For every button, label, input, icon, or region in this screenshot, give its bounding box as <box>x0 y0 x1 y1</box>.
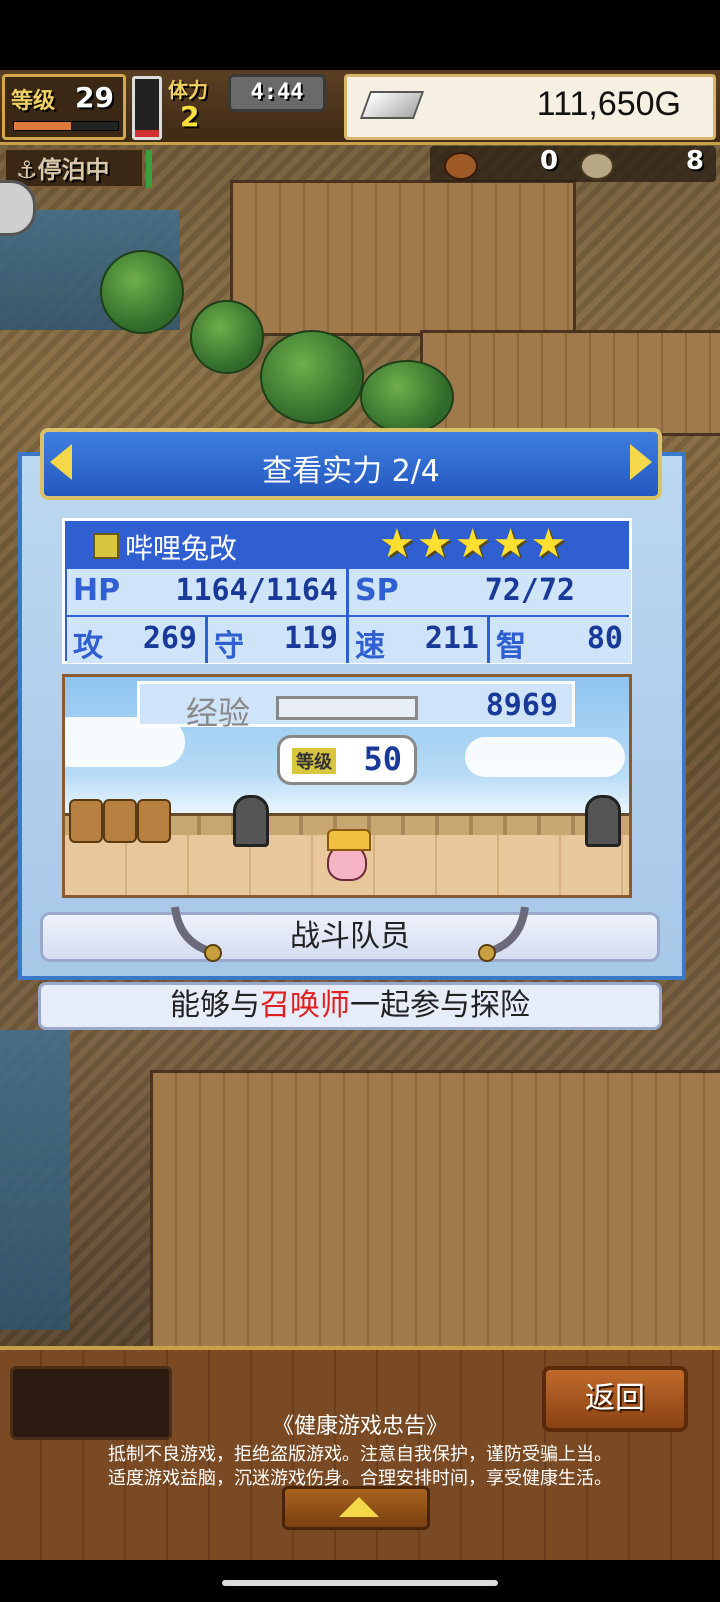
top-hud: 等级 29 体力 2 4:44 111,650G <box>0 70 720 145</box>
water-area <box>0 1030 70 1330</box>
expand-menu-button[interactable] <box>282 1486 430 1530</box>
tree <box>360 360 454 434</box>
barrel-icon <box>103 799 137 843</box>
dialog-title-bar: 查看实力 2/4 <box>40 428 662 500</box>
attack-label: 攻 <box>73 629 103 664</box>
coin-icon <box>580 152 614 180</box>
character-sprite-hair <box>327 829 371 851</box>
pier-deck <box>420 330 720 436</box>
character-portrait-area: 经验 8969 等级 50 <box>62 674 632 898</box>
tree <box>190 300 264 374</box>
meat-icon <box>444 152 478 180</box>
experience-value: 8969 <box>485 688 558 723</box>
cloud <box>465 737 625 777</box>
home-indicator[interactable] <box>222 1580 498 1586</box>
cannon-icon <box>233 795 269 847</box>
money-box[interactable]: 111,650G <box>344 74 716 140</box>
speed-cell: 速 211 <box>349 617 490 664</box>
character-sprite <box>327 829 371 881</box>
intelligence-value: 80 <box>586 621 623 656</box>
barrel-icon <box>137 799 171 843</box>
experience-bar <box>276 696 418 720</box>
resource-1-value: 0 <box>540 146 559 176</box>
stat-row-hp-sp: HP 1164/1164 SP 72/72 <box>67 569 631 615</box>
level-bubble-value: 50 <box>363 740 402 778</box>
resource-bar: 0 8 <box>430 146 716 182</box>
docked-status-badge[interactable]: ⚓停泊中 <box>4 148 144 188</box>
sword-icon <box>478 906 529 962</box>
sp-label: SP <box>355 573 399 608</box>
sword-icon <box>171 906 222 962</box>
role-text: 战斗队员 <box>290 919 410 954</box>
level-progress-bar <box>13 121 119 131</box>
stamina-label: 体力 <box>168 78 208 102</box>
tree <box>260 330 364 424</box>
intelligence-label: 智 <box>496 629 526 664</box>
stamina-timer: 4:44 <box>228 74 326 112</box>
defense-cell: 守 119 <box>208 617 349 664</box>
stat-panel: 哔哩兔改 ★★★★★ HP 1164/1164 SP 72/72 攻 269 守… <box>62 518 632 664</box>
description-suffix: 一起参与探险 <box>350 988 530 1023</box>
experience-row: 经验 8969 <box>137 681 575 732</box>
bottom-panel: 返回 《健康游戏忠告》 抵制不良游戏，拒绝盗版游戏。注意自我保护，谨防受骗上当。… <box>0 1346 720 1560</box>
defense-label: 守 <box>214 629 244 664</box>
sp-value: 72/72 <box>484 573 575 608</box>
stamina-value: 2 <box>180 100 200 133</box>
level-progress-fill <box>14 122 72 130</box>
next-arrow-icon[interactable] <box>630 444 652 480</box>
sp-cell: SP 72/72 <box>349 569 631 615</box>
stamina-gauge-fill <box>135 130 159 137</box>
intelligence-cell: 智 80 <box>490 617 631 664</box>
cannon-icon <box>585 795 621 847</box>
level-label: 等级 <box>11 89 56 114</box>
hp-value: 1164/1164 <box>175 573 338 608</box>
rarity-stars: ★★★★★ <box>379 521 569 567</box>
element-icon <box>93 533 119 559</box>
description-prefix: 能够与 <box>170 988 260 1023</box>
hp-cell: HP 1164/1164 <box>67 569 349 615</box>
speed-value: 211 <box>424 621 479 656</box>
speed-label: 速 <box>355 629 385 664</box>
pier-deck <box>230 180 576 336</box>
level-value: 29 <box>75 81 114 114</box>
silver-ingot-icon <box>359 91 425 119</box>
tree <box>100 250 184 334</box>
chevron-up-icon <box>339 1497 379 1517</box>
character-name-row: 哔哩兔改 ★★★★★ <box>65 521 629 567</box>
attack-cell: 攻 269 <box>67 617 208 664</box>
character-name: 哔哩兔改 <box>125 532 238 565</box>
attack-value: 269 <box>142 621 197 656</box>
defense-value: 119 <box>283 621 338 656</box>
stat-row-attributes: 攻 269 守 119 速 211 智 80 <box>67 617 631 664</box>
ship-deck-scene <box>150 1070 720 1376</box>
description-highlight: 召唤师 <box>260 988 350 1023</box>
money-value: 111,650G <box>536 85 681 123</box>
health-notice-title: 《健康游戏忠告》 <box>271 1414 448 1439</box>
hp-label: HP <box>73 573 121 608</box>
status-indicator <box>146 150 152 188</box>
dialog-title: 查看实力 2/4 <box>262 454 440 489</box>
level-bubble-label: 等级 <box>292 748 336 774</box>
description-bar: 能够与召唤师一起参与探险 <box>38 982 662 1030</box>
health-notice-line-1: 抵制不良游戏，拒绝盗版游戏。注意自我保护，谨防受骗上当。 <box>108 1444 612 1465</box>
barrel-icon <box>69 799 103 843</box>
stamina-gauge <box>132 76 162 140</box>
level-bubble: 等级 50 <box>277 735 417 785</box>
experience-label: 经验 <box>186 694 251 732</box>
role-bar: 战斗队员 <box>40 906 660 962</box>
player-level-box[interactable]: 等级 29 <box>2 74 126 140</box>
resource-2-value: 8 <box>685 146 704 176</box>
